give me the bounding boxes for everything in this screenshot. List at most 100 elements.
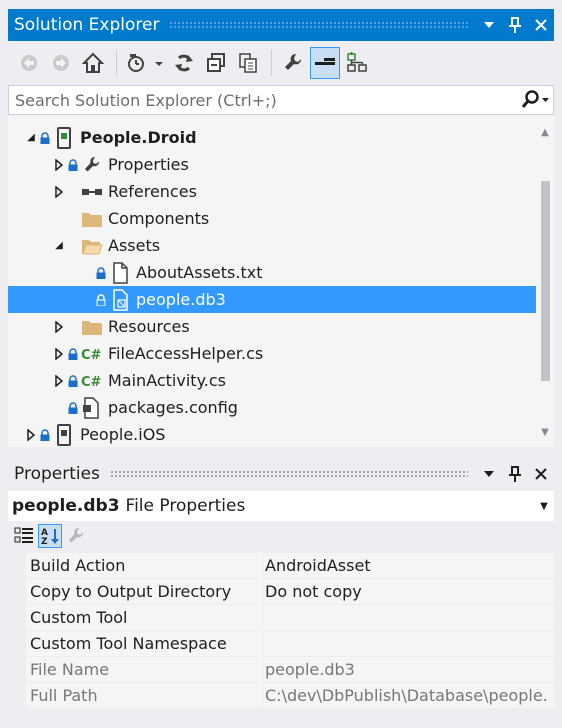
ide-panel-stack: Solution Explorer Search Solution Explor… [0, 0, 562, 728]
folder-icon [80, 208, 104, 230]
close-button[interactable] [528, 12, 554, 38]
window-dropdown-button[interactable] [476, 461, 502, 487]
lock-placeholder [66, 212, 80, 226]
pending-changes-filter-button[interactable] [123, 47, 167, 79]
tree-item[interactable]: People.iOS [8, 421, 544, 447]
csharp-file-icon: C# [80, 343, 104, 365]
solution-explorer-titlebar[interactable]: Solution Explorer [8, 9, 554, 41]
lock-placeholder [66, 185, 80, 199]
expander-placeholder [52, 212, 66, 226]
tree-item-label: Components [108, 209, 210, 228]
wrench-icon [80, 154, 104, 176]
close-button[interactable] [528, 461, 554, 487]
property-row[interactable]: File Name people.db3 [8, 657, 554, 683]
tree-scrollbar[interactable]: ▲ ▼ [536, 115, 554, 447]
tree-item[interactable]: AboutAssets.txt [8, 259, 554, 286]
row-gutter [8, 605, 26, 631]
back-button[interactable] [14, 47, 44, 79]
collapsed-arrow-icon[interactable] [52, 347, 66, 361]
object-selector[interactable]: people.db3 File Properties ▼ [8, 491, 554, 521]
preview-icon [315, 58, 335, 65]
tree-item[interactable]: ◢ Assets [8, 232, 554, 259]
forward-button[interactable] [46, 47, 76, 79]
pin-button[interactable] [502, 461, 528, 487]
properties-titlebar[interactable]: Properties [8, 459, 554, 489]
db-file-icon [108, 288, 132, 311]
collapsed-arrow-icon[interactable] [24, 428, 38, 442]
source-control-lock-icon [94, 266, 108, 280]
property-row[interactable]: Custom Tool Namespace [8, 631, 554, 657]
property-value[interactable]: Do not copy [262, 579, 554, 605]
close-icon [535, 19, 547, 31]
lock-placeholder [66, 320, 80, 334]
show-all-files-button[interactable] [233, 47, 263, 79]
pin-icon [509, 17, 521, 33]
collapse-all-button[interactable] [201, 47, 231, 79]
tree-item[interactable]: C# FileAccessHelper.cs [8, 340, 554, 367]
search-box[interactable] [8, 85, 554, 115]
forward-arrow-icon [53, 55, 69, 71]
preview-selected-items-button[interactable] [310, 47, 340, 79]
properties-button[interactable] [278, 47, 308, 79]
property-pages-button[interactable] [64, 524, 88, 548]
sort-alphabetical-icon: AZ [41, 528, 59, 546]
scroll-thumb[interactable] [541, 181, 550, 381]
references-icon [80, 181, 104, 203]
tree-item[interactable]: References [8, 178, 554, 205]
window-dropdown-button[interactable] [476, 12, 502, 38]
search-input[interactable] [9, 89, 517, 111]
tree-item[interactable]: C# MainActivity.cs [8, 367, 554, 394]
back-arrow-icon [21, 55, 37, 71]
search-icon [521, 90, 549, 108]
folder-icon [80, 316, 104, 338]
expanded-arrow-icon[interactable]: ◢ [52, 239, 66, 253]
expanded-arrow-icon[interactable]: ◢ [24, 131, 38, 145]
pin-button[interactable] [502, 12, 528, 38]
show-all-files-icon [239, 53, 257, 73]
property-name: File Name [26, 657, 262, 683]
categorized-button[interactable] [12, 524, 36, 548]
search-options-button[interactable] [517, 90, 553, 110]
tree-item-label: References [108, 182, 197, 201]
tree-item-label: packages.config [108, 398, 238, 417]
solution-explorer-toolbar [8, 41, 554, 85]
ios-project-icon [52, 423, 76, 446]
property-name: Custom Tool [26, 605, 262, 631]
drag-grip[interactable] [169, 21, 468, 29]
tree-item[interactable]: people.db3 [8, 286, 554, 313]
alphabetical-button[interactable]: AZ [38, 524, 62, 548]
tree-item[interactable]: packages.config [8, 394, 554, 421]
property-value[interactable] [262, 605, 554, 631]
property-row[interactable]: Copy to Output Directory Do not copy [8, 579, 554, 605]
object-type: File Properties [125, 496, 246, 516]
close-icon [535, 468, 547, 480]
home-button[interactable] [78, 47, 108, 79]
toolbar-separator [116, 50, 117, 76]
source-control-lock-icon [66, 374, 80, 388]
chevron-down-icon[interactable]: ▼ [534, 501, 554, 512]
collapsed-arrow-icon[interactable] [52, 158, 66, 172]
drag-grip[interactable] [109, 470, 468, 478]
property-name: Full Path [26, 683, 262, 709]
property-value[interactable] [262, 631, 554, 657]
class-diagram-button[interactable] [342, 47, 372, 79]
property-row[interactable]: Full Path C:\dev\DbPublish\Database\peopl… [8, 683, 554, 709]
tree-item-label: MainActivity.cs [108, 371, 226, 390]
property-value[interactable]: AndroidAsset [262, 553, 554, 579]
collapsed-arrow-icon[interactable] [52, 320, 66, 334]
tree-item[interactable]: Resources [8, 313, 554, 340]
scroll-down-icon[interactable]: ▼ [536, 421, 554, 443]
property-row[interactable]: Custom Tool [8, 605, 554, 631]
tree-item[interactable]: Properties [8, 151, 554, 178]
source-control-lock-icon [66, 158, 80, 172]
tree-item[interactable]: Components [8, 205, 554, 232]
solution-explorer-title: Solution Explorer [14, 15, 160, 35]
collapsed-arrow-icon[interactable] [52, 185, 66, 199]
properties-title: Properties [14, 464, 100, 484]
tree-item[interactable]: ◢ People.Droid [8, 124, 544, 151]
collapsed-arrow-icon[interactable] [52, 374, 66, 388]
collapse-all-icon [207, 53, 225, 72]
scroll-up-icon[interactable]: ▲ [536, 121, 554, 143]
sync-button[interactable] [169, 47, 199, 79]
property-row[interactable]: Build Action AndroidAsset [8, 553, 554, 579]
